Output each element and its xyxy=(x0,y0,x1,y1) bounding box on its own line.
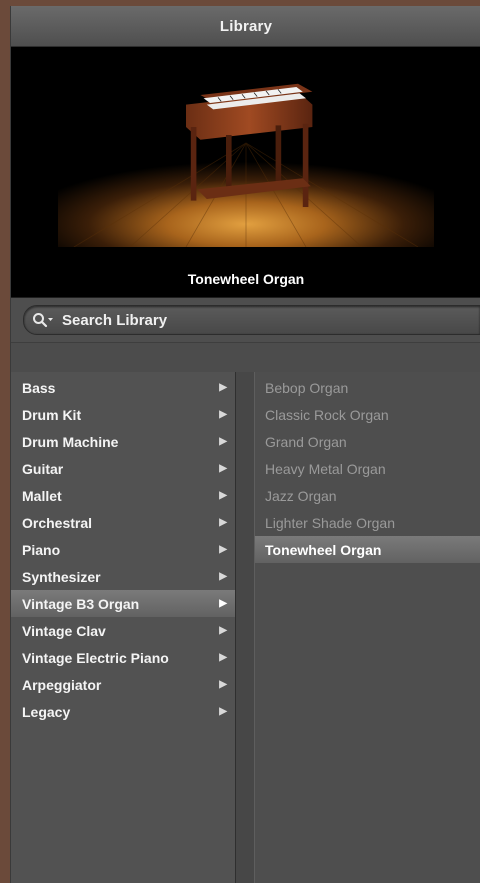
chevron-right-icon: ▶ xyxy=(219,598,227,609)
category-item-legacy[interactable]: Legacy ▶ xyxy=(11,698,235,725)
category-item-vintage-clav[interactable]: Vintage Clav ▶ xyxy=(11,617,235,644)
category-item-drum-machine[interactable]: Drum Machine ▶ xyxy=(11,428,235,455)
preset-item-bebop-organ[interactable]: Bebop Organ xyxy=(255,374,480,401)
category-item-synthesizer[interactable]: Synthesizer ▶ xyxy=(11,563,235,590)
search-placeholder: Search Library xyxy=(62,311,168,329)
category-label: Mallet xyxy=(22,487,62,504)
category-label: Piano xyxy=(22,541,61,558)
category-item-mallet[interactable]: Mallet ▶ xyxy=(11,482,235,509)
chevron-right-icon: ▶ xyxy=(219,463,227,474)
window-title: Library xyxy=(219,17,273,35)
chevron-right-icon: ▶ xyxy=(219,625,227,636)
search-input[interactable]: Search Library xyxy=(23,305,480,335)
chevron-right-icon: ▶ xyxy=(219,382,227,393)
category-label: Legacy xyxy=(22,703,71,720)
category-item-piano[interactable]: Piano ▶ xyxy=(11,536,235,563)
chevron-right-icon: ▶ xyxy=(219,679,227,690)
category-label: Drum Kit xyxy=(22,406,82,423)
category-label: Vintage Clav xyxy=(22,622,106,639)
stage-floor xyxy=(58,83,434,247)
chevron-right-icon: ▶ xyxy=(219,517,227,528)
preview-caption: Tonewheel Organ xyxy=(187,271,305,287)
instrument-preview: Tonewheel Organ xyxy=(11,47,480,298)
preset-item-jazz-organ[interactable]: Jazz Organ xyxy=(255,482,480,509)
category-label: Arpeggiator xyxy=(22,676,102,693)
preset-item-classic-rock-organ[interactable]: Classic Rock Organ xyxy=(255,401,480,428)
column-divider[interactable] xyxy=(236,372,254,883)
category-item-drum-kit[interactable]: Drum Kit ▶ xyxy=(11,401,235,428)
search-icon[interactable] xyxy=(32,312,54,328)
library-window: Library Tonewheel Organ Search Library B… xyxy=(10,6,480,883)
chevron-right-icon: ▶ xyxy=(219,409,227,420)
search-bar: Search Library xyxy=(11,298,480,343)
preset-item-grand-organ[interactable]: Grand Organ xyxy=(255,428,480,455)
category-label: Orchestral xyxy=(22,514,93,531)
category-label: Guitar xyxy=(22,460,64,477)
category-item-guitar[interactable]: Guitar ▶ xyxy=(11,455,235,482)
category-list: Bass ▶ Drum Kit ▶ Drum Machine ▶ Guitar … xyxy=(11,372,236,883)
category-item-arpeggiator[interactable]: Arpeggiator ▶ xyxy=(11,671,235,698)
preset-list: Bebop Organ Classic Rock Organ Grand Org… xyxy=(254,372,480,883)
category-label: Synthesizer xyxy=(22,568,101,585)
chevron-right-icon: ▶ xyxy=(219,706,227,717)
preset-item-tonewheel-organ[interactable]: Tonewheel Organ xyxy=(255,536,480,563)
chevron-right-icon: ▶ xyxy=(219,652,227,663)
preset-item-lighter-shade-organ[interactable]: Lighter Shade Organ xyxy=(255,509,480,536)
preset-item-heavy-metal-organ[interactable]: Heavy Metal Organ xyxy=(255,455,480,482)
chevron-right-icon: ▶ xyxy=(219,571,227,582)
chevron-right-icon: ▶ xyxy=(219,544,227,555)
category-label: Bass xyxy=(22,379,56,396)
chevron-right-icon: ▶ xyxy=(219,490,227,501)
category-item-vintage-electric-piano[interactable]: Vintage Electric Piano ▶ xyxy=(11,644,235,671)
title-bar: Library xyxy=(11,6,480,47)
library-browser: Bass ▶ Drum Kit ▶ Drum Machine ▶ Guitar … xyxy=(11,372,480,883)
category-label: Vintage Electric Piano xyxy=(22,649,169,666)
category-item-vintage-b3-organ[interactable]: Vintage B3 Organ ▶ xyxy=(11,590,235,617)
category-item-bass[interactable]: Bass ▶ xyxy=(11,374,235,401)
chevron-right-icon: ▶ xyxy=(219,436,227,447)
column-header-bar xyxy=(11,343,480,374)
category-label: Drum Machine xyxy=(22,433,119,450)
category-label: Vintage B3 Organ xyxy=(22,595,140,612)
category-item-orchestral[interactable]: Orchestral ▶ xyxy=(11,509,235,536)
